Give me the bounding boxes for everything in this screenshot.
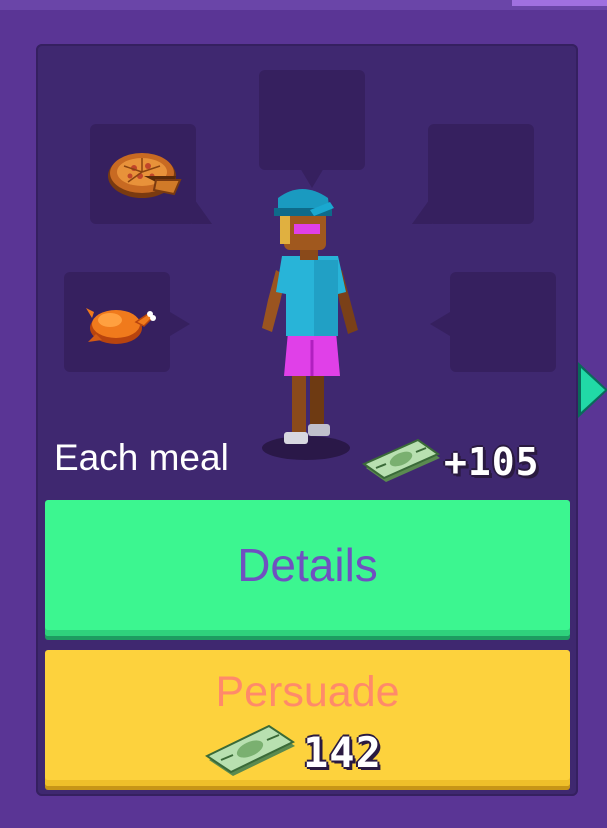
bubble-tail bbox=[170, 312, 190, 336]
top-tab[interactable] bbox=[512, 0, 607, 6]
thought-bubble-top-right bbox=[428, 124, 534, 224]
roast-chicken-icon bbox=[86, 308, 156, 344]
bubble-tail bbox=[412, 196, 432, 224]
bubble-tail bbox=[430, 312, 450, 336]
cash-icon bbox=[362, 438, 441, 482]
meal-reward-label: Each meal bbox=[54, 437, 229, 478]
pizza-icon bbox=[108, 153, 182, 198]
customer-character bbox=[262, 189, 358, 460]
thought-bubble-top-center bbox=[259, 70, 365, 170]
persuade-button-label: Persuade bbox=[215, 668, 400, 716]
cash-icon bbox=[205, 724, 296, 776]
meal-reward-amount: +105 bbox=[444, 440, 540, 484]
persuade-cost: 142 bbox=[303, 728, 382, 777]
next-arrow-icon[interactable] bbox=[581, 368, 605, 412]
details-button-label: Details bbox=[237, 539, 378, 591]
bubble-tail bbox=[192, 196, 212, 224]
details-button[interactable]: Details bbox=[45, 500, 570, 636]
thought-bubble-mid-right bbox=[450, 272, 556, 372]
persuade-button[interactable]: Persuade 142 bbox=[45, 650, 570, 786]
